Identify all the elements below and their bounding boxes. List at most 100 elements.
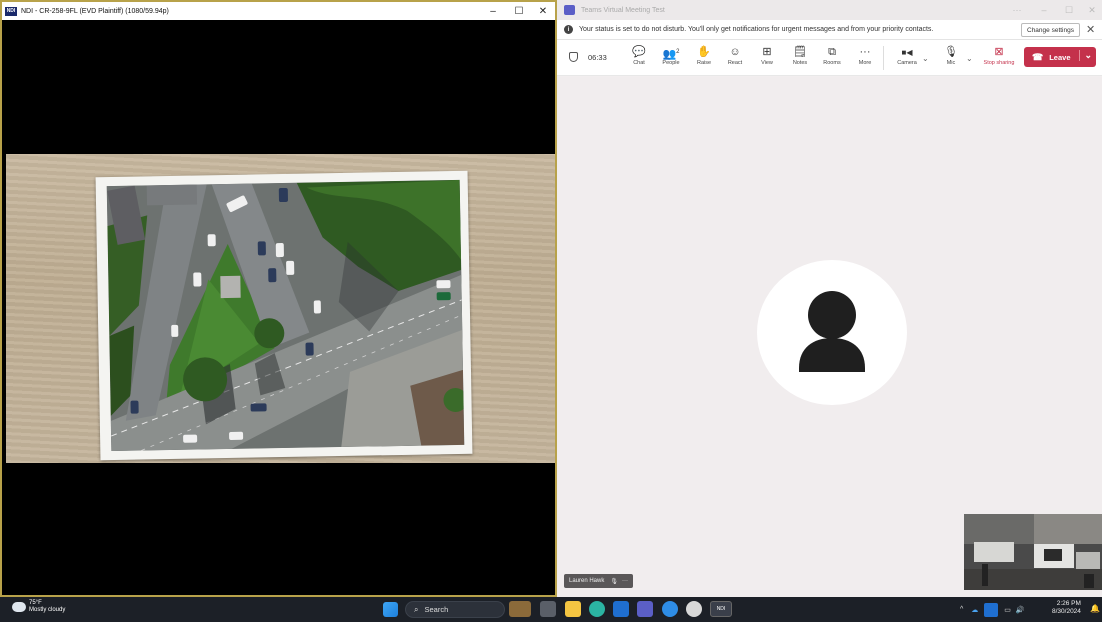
ndi-maximize-button[interactable]: ☐: [506, 2, 532, 20]
file-explorer-icon[interactable]: [565, 601, 581, 617]
self-view-video[interactable]: [964, 514, 1102, 590]
notification-bell-icon[interactable]: 🔔: [1090, 604, 1100, 613]
dnd-notification-banner: i Your status is set to do not disturb. …: [557, 20, 1102, 40]
participant-name: Lauren Hawk: [569, 578, 605, 584]
camera-icon: ■◀: [901, 48, 913, 57]
notes-label: Notes: [792, 60, 808, 66]
app-taskbar-icon[interactable]: [662, 601, 678, 617]
clock-date: 8/30/2024: [1052, 608, 1081, 615]
toolbar-divider: [883, 46, 884, 70]
weather-condition: Mostly cloudy: [29, 607, 66, 613]
network-icon[interactable]: ▭: [1004, 606, 1011, 614]
mic-icon: 🎙: [944, 46, 958, 58]
teams-close-button[interactable]: ✕: [1082, 0, 1102, 20]
copilot-widget-icon[interactable]: [509, 601, 531, 617]
ndi-window[interactable]: NDI NDI - CR-258-9FL (EVD Plaintiff) (10…: [0, 0, 557, 597]
outlook-icon[interactable]: [613, 601, 629, 617]
ndi-close-button[interactable]: ✕: [530, 2, 556, 20]
camera-chevron-down-icon[interactable]: ⌄: [922, 54, 929, 63]
ndi-window-title: NDI - CR-258-9FL (EVD Plaintiff) (1080/5…: [21, 7, 169, 15]
teams-window[interactable]: Teams Virtual Meeting Test ··· – ☐ ✕ i Y…: [557, 0, 1102, 597]
people-icon: 👥2: [662, 48, 680, 61]
meeting-stage: Lauren Hawk 🎙 ···: [557, 77, 1102, 597]
react-icon: ☺: [729, 46, 741, 58]
raise-hand-icon: ✋: [697, 46, 711, 58]
rooms-label: Rooms: [823, 60, 841, 66]
search-icon: ⌕: [414, 604, 419, 614]
person-icon: [799, 291, 865, 372]
onedrive-icon[interactable]: ☁: [971, 606, 978, 614]
aerial-intersection-image: [106, 179, 465, 452]
teams-window-title: Teams Virtual Meeting Test: [581, 6, 665, 14]
chevron-up-icon[interactable]: ^: [960, 606, 963, 613]
system-tray: ^ ☁ ▭ 🔊: [960, 597, 1025, 622]
meeting-toolbar: 06:33 💬 Chat 👥2 People ✋ Raise ☺ React ⊞…: [557, 40, 1102, 76]
people-count-badge: 2: [676, 49, 680, 55]
view-label: View: [761, 60, 773, 66]
participant-more-button[interactable]: ···: [622, 578, 628, 584]
cloud-icon: [12, 602, 26, 612]
chat-label: Chat: [633, 60, 645, 66]
mic-active-icon[interactable]: [984, 602, 999, 617]
mic-label: Mic: [946, 60, 956, 66]
stop-sharing-label: Stop sharing: [983, 60, 1015, 66]
notes-icon: 🗒: [793, 46, 807, 58]
leave-button[interactable]: ☎ Leave ⌄: [1024, 47, 1096, 67]
camera-label: Camera: [897, 60, 917, 66]
teams-minimize-button[interactable]: –: [1034, 0, 1054, 20]
weather-widget[interactable]: 75°F Mostly cloudy: [12, 600, 65, 614]
view-icon: ⊞: [762, 46, 772, 58]
banner-text: Your status is set to do not disturb. Yo…: [579, 26, 934, 33]
more-label: More: [858, 60, 872, 66]
raise-label: Raise: [696, 60, 712, 66]
ndi-video-feed: [6, 154, 555, 463]
more-icon: ···: [859, 46, 871, 58]
teams-logo-icon: [564, 5, 575, 15]
more-button[interactable]: ··· More: [851, 46, 879, 66]
volume-icon[interactable]: 🔊: [1016, 606, 1025, 614]
people-label: People: [662, 60, 680, 66]
raise-hand-button[interactable]: ✋ Raise: [690, 46, 718, 66]
rooms-button[interactable]: ⧉ Rooms: [818, 46, 846, 66]
stop-sharing-button[interactable]: ⊠ Stop sharing: [981, 46, 1017, 66]
ndi-title-bar[interactable]: NDI NDI - CR-258-9FL (EVD Plaintiff) (10…: [2, 2, 555, 20]
meeting-timer: 06:33: [569, 52, 607, 62]
chrome-icon[interactable]: [686, 601, 702, 617]
rooms-icon: ⧉: [828, 46, 836, 58]
teams-more-button[interactable]: ···: [1007, 0, 1027, 20]
start-button[interactable]: [383, 602, 398, 617]
ndi-minimize-button[interactable]: –: [480, 2, 506, 20]
teams-maximize-button[interactable]: ☐: [1059, 0, 1079, 20]
camera-button[interactable]: ■◀ Camera: [893, 46, 921, 66]
teams-taskbar-icon[interactable]: [637, 601, 653, 617]
timer-text: 06:33: [588, 52, 607, 62]
ndi-logo-icon: NDI: [5, 6, 17, 16]
chat-button[interactable]: 💬 Chat: [625, 46, 653, 66]
phone-hangup-icon: ☎: [1032, 51, 1044, 62]
taskbar-clock[interactable]: 2:26 PM 8/30/2024: [1052, 600, 1081, 616]
office-room-image: [964, 514, 1102, 590]
teams-title-bar[interactable]: Teams Virtual Meeting Test ··· – ☐ ✕: [557, 0, 1102, 20]
edge-browser-icon[interactable]: [589, 601, 605, 617]
view-button[interactable]: ⊞ View: [753, 46, 781, 66]
react-button[interactable]: ☺ React: [721, 46, 749, 66]
info-icon: i: [564, 25, 573, 34]
aerial-photo-print: [95, 170, 473, 461]
clock-time: 2:26 PM: [1056, 600, 1081, 607]
participant-name-tag: Lauren Hawk 🎙 ···: [564, 574, 633, 588]
ndi-taskbar-icon[interactable]: NDI: [710, 601, 732, 617]
mic-chevron-down-icon[interactable]: ⌄: [966, 54, 973, 63]
change-settings-button[interactable]: Change settings: [1021, 23, 1080, 37]
notes-button[interactable]: 🗒 Notes: [786, 46, 814, 66]
people-button[interactable]: 👥2 People: [657, 46, 685, 66]
windows-taskbar: 75°F Mostly cloudy ⌕ Search NDI ^ ☁ ▭ 🔊 …: [0, 597, 1102, 622]
shield-icon: [569, 52, 578, 62]
react-label: React: [727, 60, 743, 66]
stop-sharing-icon: ⊠: [994, 46, 1004, 58]
task-view-icon[interactable]: [540, 601, 556, 617]
leave-chevron-down-icon[interactable]: ⌄: [1079, 50, 1092, 61]
leave-label: Leave: [1049, 52, 1071, 62]
mic-button[interactable]: 🎙 Mic: [937, 46, 965, 66]
taskbar-search[interactable]: ⌕ Search: [405, 601, 505, 618]
banner-close-button[interactable]: ✕: [1086, 23, 1095, 37]
